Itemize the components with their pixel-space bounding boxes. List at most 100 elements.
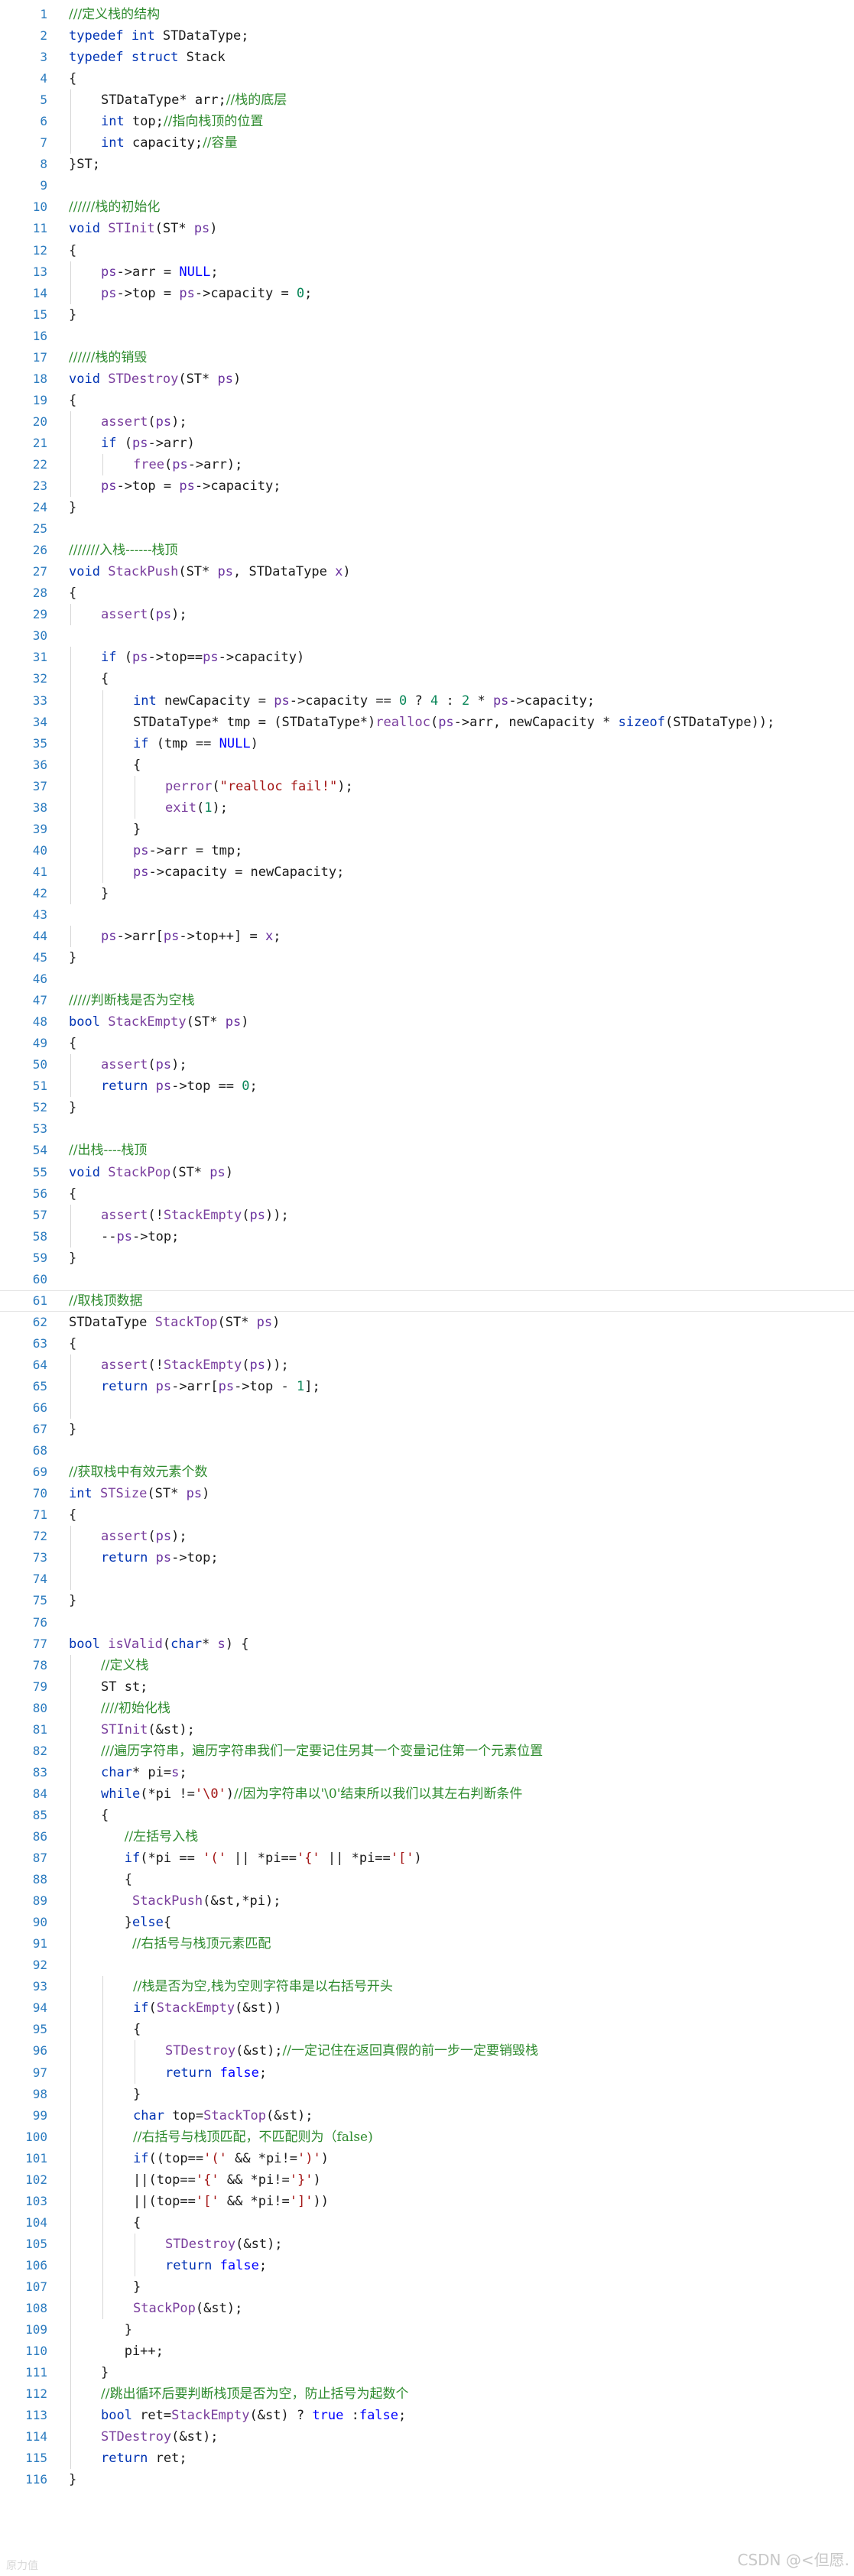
code-line[interactable]: 29 assert(ps); [0, 604, 854, 626]
code-line[interactable]: 39} [0, 818, 854, 840]
code-line[interactable]: 105 STDestroy(&st); [0, 2233, 854, 2255]
code-line[interactable]: 76 [0, 1612, 854, 1634]
code-line[interactable]: 48 bool StackEmpty(ST* ps) [0, 1011, 854, 1033]
code-line[interactable]: 36 { [0, 754, 854, 776]
code-line[interactable]: 96 STDestroy(&st);//一定记住在返回真假的前一步一定要销毁栈 [0, 2040, 854, 2062]
code-line[interactable]: 77 bool isValid(char* s) { [0, 1634, 854, 1655]
code-line[interactable]: 22 free(ps->arr); [0, 453, 854, 476]
code-line[interactable]: 20 assert(ps); [0, 410, 854, 433]
code-line[interactable]: 9 [0, 175, 854, 196]
code-line[interactable]: 38 exit(1); [0, 796, 854, 819]
code-line[interactable]: 114 STDestroy(&st); [0, 2426, 854, 2448]
code-line[interactable]: 63 { [0, 1333, 854, 1355]
code-line[interactable]: 83 char* pi=s; [0, 1761, 854, 1783]
code-line[interactable]: 12 { [0, 240, 854, 261]
code-line[interactable]: 44 ps->arr[ps->top++] = x; [0, 926, 854, 948]
code-line[interactable]: 102 ||(top=='{' && *pi!='}') [0, 2169, 854, 2191]
code-line[interactable]: 69 //获取栈中有效元素个数 [0, 1462, 854, 1483]
code-line[interactable]: 81 STInit(&st); [0, 1718, 854, 1741]
code-line[interactable]: 104 { [0, 2211, 854, 2234]
code-line[interactable]: 3 typedef struct Stack [0, 47, 854, 68]
code-line[interactable]: 56 { [0, 1183, 854, 1205]
code-line[interactable]: 84 while(*pi !='\0')//因为字符串以'\0'结束所以我们以其左… [0, 1783, 854, 1805]
code-line[interactable]: 41 ps->capacity = newCapacity; [0, 861, 854, 883]
code-line[interactable]: 109 } [0, 2319, 854, 2341]
code-line[interactable]: 61 //取栈顶数据 [0, 1290, 854, 1312]
code-line[interactable]: 19 { [0, 390, 854, 411]
code-line[interactable]: 75} [0, 1590, 854, 1611]
code-line[interactable]: 70 int STSize(ST* ps) [0, 1483, 854, 1504]
code-line[interactable]: 67} [0, 1419, 854, 1440]
code-line[interactable]: 58 --ps->top; [0, 1225, 854, 1247]
code-line[interactable]: 47 /////判断栈是否为空栈 [0, 990, 854, 1011]
code-line[interactable]: 79 ST st; [0, 1676, 854, 1698]
code-line[interactable]: 13 ps->arr = NULL; [0, 261, 854, 283]
code-line[interactable]: 50 assert(ps); [0, 1054, 854, 1076]
code-line[interactable]: 66 [0, 1397, 854, 1419]
code-line[interactable]: 21 if (ps->arr) [0, 432, 854, 454]
code-line[interactable]: 18 void STDestroy(ST* ps) [0, 368, 854, 390]
code-line[interactable]: 53 [0, 1118, 854, 1140]
code-line[interactable]: 65 return ps->arr[ps->top - 1]; [0, 1376, 854, 1398]
code-line[interactable]: 35 if (tmp == NULL) [0, 732, 854, 754]
code-line[interactable]: 5 STDataType* arr;//栈的底层 [0, 89, 854, 112]
code-line[interactable]: 33 int newCapacity = ps->capacity == 0 ? … [0, 689, 854, 712]
code-line[interactable]: 4{ [0, 68, 854, 89]
code-line[interactable]: 90 }else{ [0, 1912, 854, 1934]
code-line[interactable]: 73 return ps->top; [0, 1547, 854, 1569]
code-line[interactable]: 11 void STInit(ST* ps) [0, 218, 854, 239]
code-line[interactable]: 30 [0, 625, 854, 647]
code-line[interactable]: 80 ////初始化栈 [0, 1697, 854, 1719]
code-line[interactable]: 68 [0, 1440, 854, 1462]
code-line[interactable]: 46 [0, 968, 854, 990]
code-line[interactable]: 43 [0, 904, 854, 926]
code-line[interactable]: 108 StackPop(&st); [0, 2298, 854, 2320]
code-line[interactable]: 32 { [0, 668, 854, 690]
code-line[interactable]: 16 [0, 326, 854, 347]
code-line[interactable]: 55 void StackPop(ST* ps) [0, 1162, 854, 1183]
code-line[interactable]: 1 ///定义栈的结构 [0, 4, 854, 25]
code-line[interactable]: 15} [0, 304, 854, 326]
code-line[interactable]: 51 return ps->top == 0; [0, 1075, 854, 1098]
code-line[interactable]: 97 return false; [0, 2062, 854, 2084]
code-line[interactable]: 26 ///////入栈------栈顶 [0, 540, 854, 561]
code-line[interactable]: 99 char top=StackTop(&st); [0, 2104, 854, 2127]
code-line[interactable]: 74 [0, 1569, 854, 1591]
code-line[interactable]: 31 if (ps->top==ps->capacity) [0, 647, 854, 669]
code-line[interactable]: 54 //出栈----栈顶 [0, 1140, 854, 1161]
code-line[interactable]: 92 [0, 1955, 854, 1977]
code-line[interactable]: 82 ///遍历字符串，遍历字符串我们一定要记住另其一个变量记住第一个元素位置 [0, 1740, 854, 1762]
code-line[interactable]: 34 STDataType* tmp = (STDataType*)realloc… [0, 711, 854, 733]
code-line[interactable]: 24} [0, 497, 854, 518]
code-line[interactable]: 112 //跳出循环后要判断栈顶是否为空，防止括号为起数个 [0, 2383, 854, 2406]
code-line[interactable]: 42} [0, 882, 854, 904]
code-line[interactable]: 10 //////栈的初始化 [0, 196, 854, 218]
code-line[interactable]: 89 StackPush(&st,*pi); [0, 1890, 854, 1913]
code-line[interactable]: 101 if((top=='(' && *pi!=')') [0, 2147, 854, 2169]
code-editor[interactable]: 1 ///定义栈的结构 2 typedef int STDataType; 3 typed… [0, 4, 854, 2490]
code-line[interactable]: 110 pi++; [0, 2341, 854, 2363]
code-line[interactable]: 14 ps->top = ps->capacity = 0; [0, 282, 854, 304]
code-line[interactable]: 25 [0, 518, 854, 540]
code-line[interactable]: 2 typedef int STDataType; [0, 25, 854, 47]
code-line[interactable]: 52} [0, 1097, 854, 1118]
code-line[interactable]: 60 [0, 1269, 854, 1290]
code-line[interactable]: 95 { [0, 2019, 854, 2041]
code-line[interactable]: 62 STDataType StackTop(ST* ps) [0, 1312, 854, 1333]
code-line[interactable]: 49 { [0, 1033, 854, 1054]
code-line[interactable]: 7 int capacity;//容量 [0, 132, 854, 154]
code-line[interactable]: 28 { [0, 582, 854, 604]
code-line[interactable]: 116} [0, 2469, 854, 2490]
code-line[interactable]: 107} [0, 2276, 854, 2299]
code-line[interactable]: 57 assert(!StackEmpty(ps)); [0, 1204, 854, 1226]
code-line[interactable]: 94 if(StackEmpty(&st)) [0, 1997, 854, 2020]
code-line[interactable]: 115 return ret; [0, 2448, 854, 2470]
code-line[interactable]: 17 //////栈的销毁 [0, 347, 854, 368]
code-line[interactable]: 40 ps->arr = tmp; [0, 839, 854, 861]
code-line[interactable]: 88 { [0, 1869, 854, 1891]
code-line[interactable]: 106 return false; [0, 2254, 854, 2276]
code-line[interactable]: 98} [0, 2083, 854, 2105]
code-line[interactable]: 78 //定义栈 [0, 1654, 854, 1676]
code-line[interactable]: 100 //右括号与栈顶匹配，不匹配则为（false) [0, 2126, 854, 2148]
code-line[interactable]: 27 void StackPush(ST* ps, STDataType x) [0, 561, 854, 582]
